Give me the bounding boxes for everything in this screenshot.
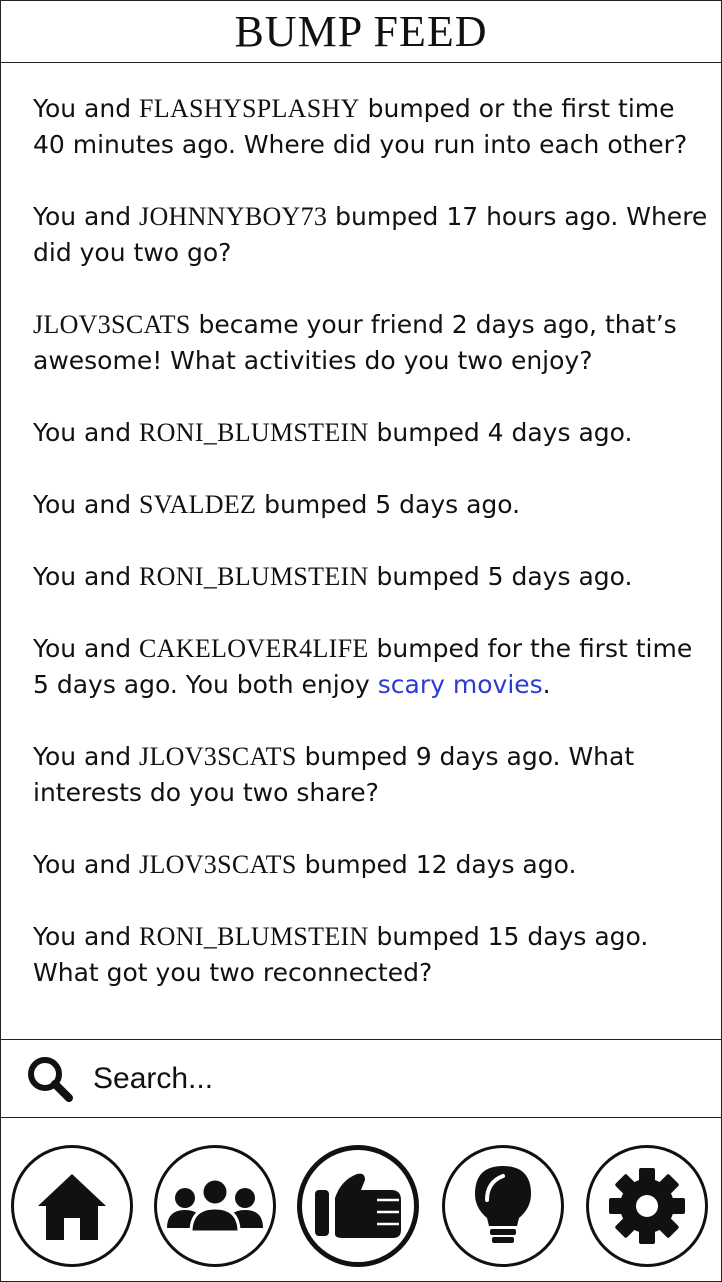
nav-ideas-button[interactable] — [442, 1145, 564, 1267]
bump-feed-list: You and FLASHYSPLASHY bumped or the firs… — [33, 91, 709, 991]
feed-item: You and SVALDEZ bumped 5 days ago. — [33, 490, 521, 519]
home-icon — [38, 1174, 106, 1240]
username-link[interactable]: JLOV3SCATS — [139, 742, 297, 771]
search-input[interactable] — [91, 1060, 655, 1097]
feed-item: You and FLASHYSPLASHY bumped or the firs… — [33, 94, 688, 159]
username-link[interactable]: FLASHYSPLASHY — [139, 94, 360, 123]
username-link[interactable]: RONI_BLUMSTEIN — [139, 418, 369, 447]
search-icon[interactable] — [25, 1054, 75, 1104]
nav-home-button[interactable] — [11, 1145, 133, 1267]
username-link[interactable]: RONI_BLUMSTEIN — [139, 922, 369, 951]
nav-bump-button[interactable] — [297, 1145, 419, 1267]
username-link[interactable]: JLOV3SCATS — [139, 850, 297, 879]
feed-item: You and JLOV3SCATS bumped 12 days ago. — [33, 850, 577, 879]
search-bar — [1, 1039, 721, 1118]
feed-item: You and CAKELOVER4LIFE bumped for the fi… — [33, 634, 693, 699]
feed-item: You and JLOV3SCATS bumped 9 days ago. Wh… — [33, 742, 635, 807]
bottom-nav — [1, 1117, 721, 1281]
username-link[interactable]: JOHNNYBOY73 — [139, 202, 327, 231]
nav-friends-button[interactable] — [154, 1145, 276, 1267]
nav-settings-button[interactable] — [586, 1145, 708, 1267]
feed-item: You and RONI_BLUMSTEIN bumped 4 days ago… — [33, 418, 633, 447]
username-link[interactable]: JLOV3SCATS — [33, 310, 191, 339]
feed-item: JLOV3SCATS became your friend 2 days ago… — [33, 310, 677, 375]
username-link[interactable]: RONI_BLUMSTEIN — [139, 562, 369, 591]
username-link[interactable]: SVALDEZ — [139, 490, 256, 519]
header: BUMP FEED — [1, 1, 721, 63]
gear-icon — [609, 1168, 685, 1244]
feed-item: You and JOHNNYBOY73 bumped 17 hours ago.… — [33, 202, 708, 267]
username-link[interactable]: CAKELOVER4LIFE — [139, 634, 369, 663]
people-icon — [167, 1177, 263, 1234]
interest-link[interactable]: scary movies — [378, 670, 543, 699]
fist-bump-icon — [315, 1173, 401, 1238]
feed-item: You and RONI_BLUMSTEIN bumped 5 days ago… — [33, 562, 633, 591]
app-frame: BUMP FEED You and FLASHYSPLASHY bumped o… — [0, 0, 722, 1282]
page-title: BUMP FEED — [234, 7, 488, 56]
feed-item: You and RONI_BLUMSTEIN bumped 15 days ag… — [33, 922, 649, 987]
lightbulb-icon — [475, 1166, 531, 1243]
